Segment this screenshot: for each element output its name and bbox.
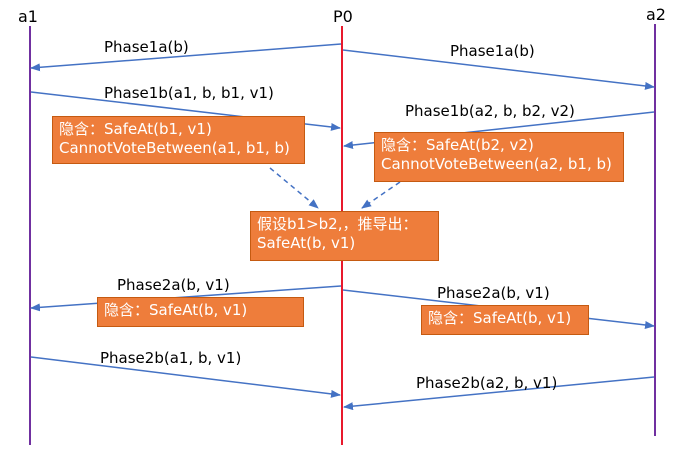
dashed-arrow-right-to-deduction bbox=[361, 181, 401, 209]
participant-label-a2: a2 bbox=[646, 5, 666, 24]
message-label-phase2a-a2: Phase2a(b, v1) bbox=[437, 284, 550, 302]
note-implied-a2-line1: 隐含：SafeAt(b2, v2) bbox=[381, 136, 534, 154]
note-phase2a-a2: 隐含：SafeAt(b, v1) bbox=[421, 305, 589, 335]
message-label-phase1a-a2: Phase1a(b) bbox=[450, 42, 535, 60]
note-deduction: 假设b1>b2,，推导出： SafeAt(b, v1) bbox=[250, 211, 439, 261]
participant-label-p0: P0 bbox=[333, 7, 353, 26]
note-implied-a2-line2: CannotVoteBetween(a2, b1, b) bbox=[381, 155, 612, 173]
note-implied-a2: 隐含：SafeAt(b2, v2) CannotVoteBetween(a2, … bbox=[374, 132, 624, 182]
note-phase2a-a1-line1: 隐含：SafeAt(b, v1) bbox=[104, 301, 248, 319]
note-implied-a1: 隐含：SafeAt(b1, v1) CannotVoteBetween(a1, … bbox=[52, 116, 305, 164]
message-label-phase1b-a1: Phase1b(a1, b, b1, v1) bbox=[104, 84, 274, 102]
note-deduction-line1: 假设b1>b2,，推导出： bbox=[257, 215, 418, 233]
message-label-phase1a-a1: Phase1a(b) bbox=[104, 38, 189, 56]
note-implied-a1-line2: CannotVoteBetween(a1, b1, b) bbox=[59, 139, 290, 157]
note-phase2a-a1: 隐含：SafeAt(b, v1) bbox=[97, 297, 304, 327]
note-phase2a-a2-line1: 隐含：SafeAt(b, v1) bbox=[428, 309, 572, 327]
note-implied-a1-line1: 隐含：SafeAt(b1, v1) bbox=[59, 120, 212, 138]
participant-label-a1: a1 bbox=[18, 7, 38, 26]
message-label-phase1b-a2: Phase1b(a2, b, b2, v2) bbox=[405, 102, 575, 120]
dashed-arrow-left-to-deduction bbox=[269, 167, 319, 209]
note-deduction-line2: SafeAt(b, v1) bbox=[257, 234, 356, 252]
message-label-phase2b-a2: Phase2b(a2, b, v1) bbox=[416, 374, 558, 392]
message-label-phase2a-a1: Phase2a(b, v1) bbox=[117, 276, 230, 294]
message-label-phase2b-a1: Phase2b(a1, b, v1) bbox=[100, 349, 242, 367]
